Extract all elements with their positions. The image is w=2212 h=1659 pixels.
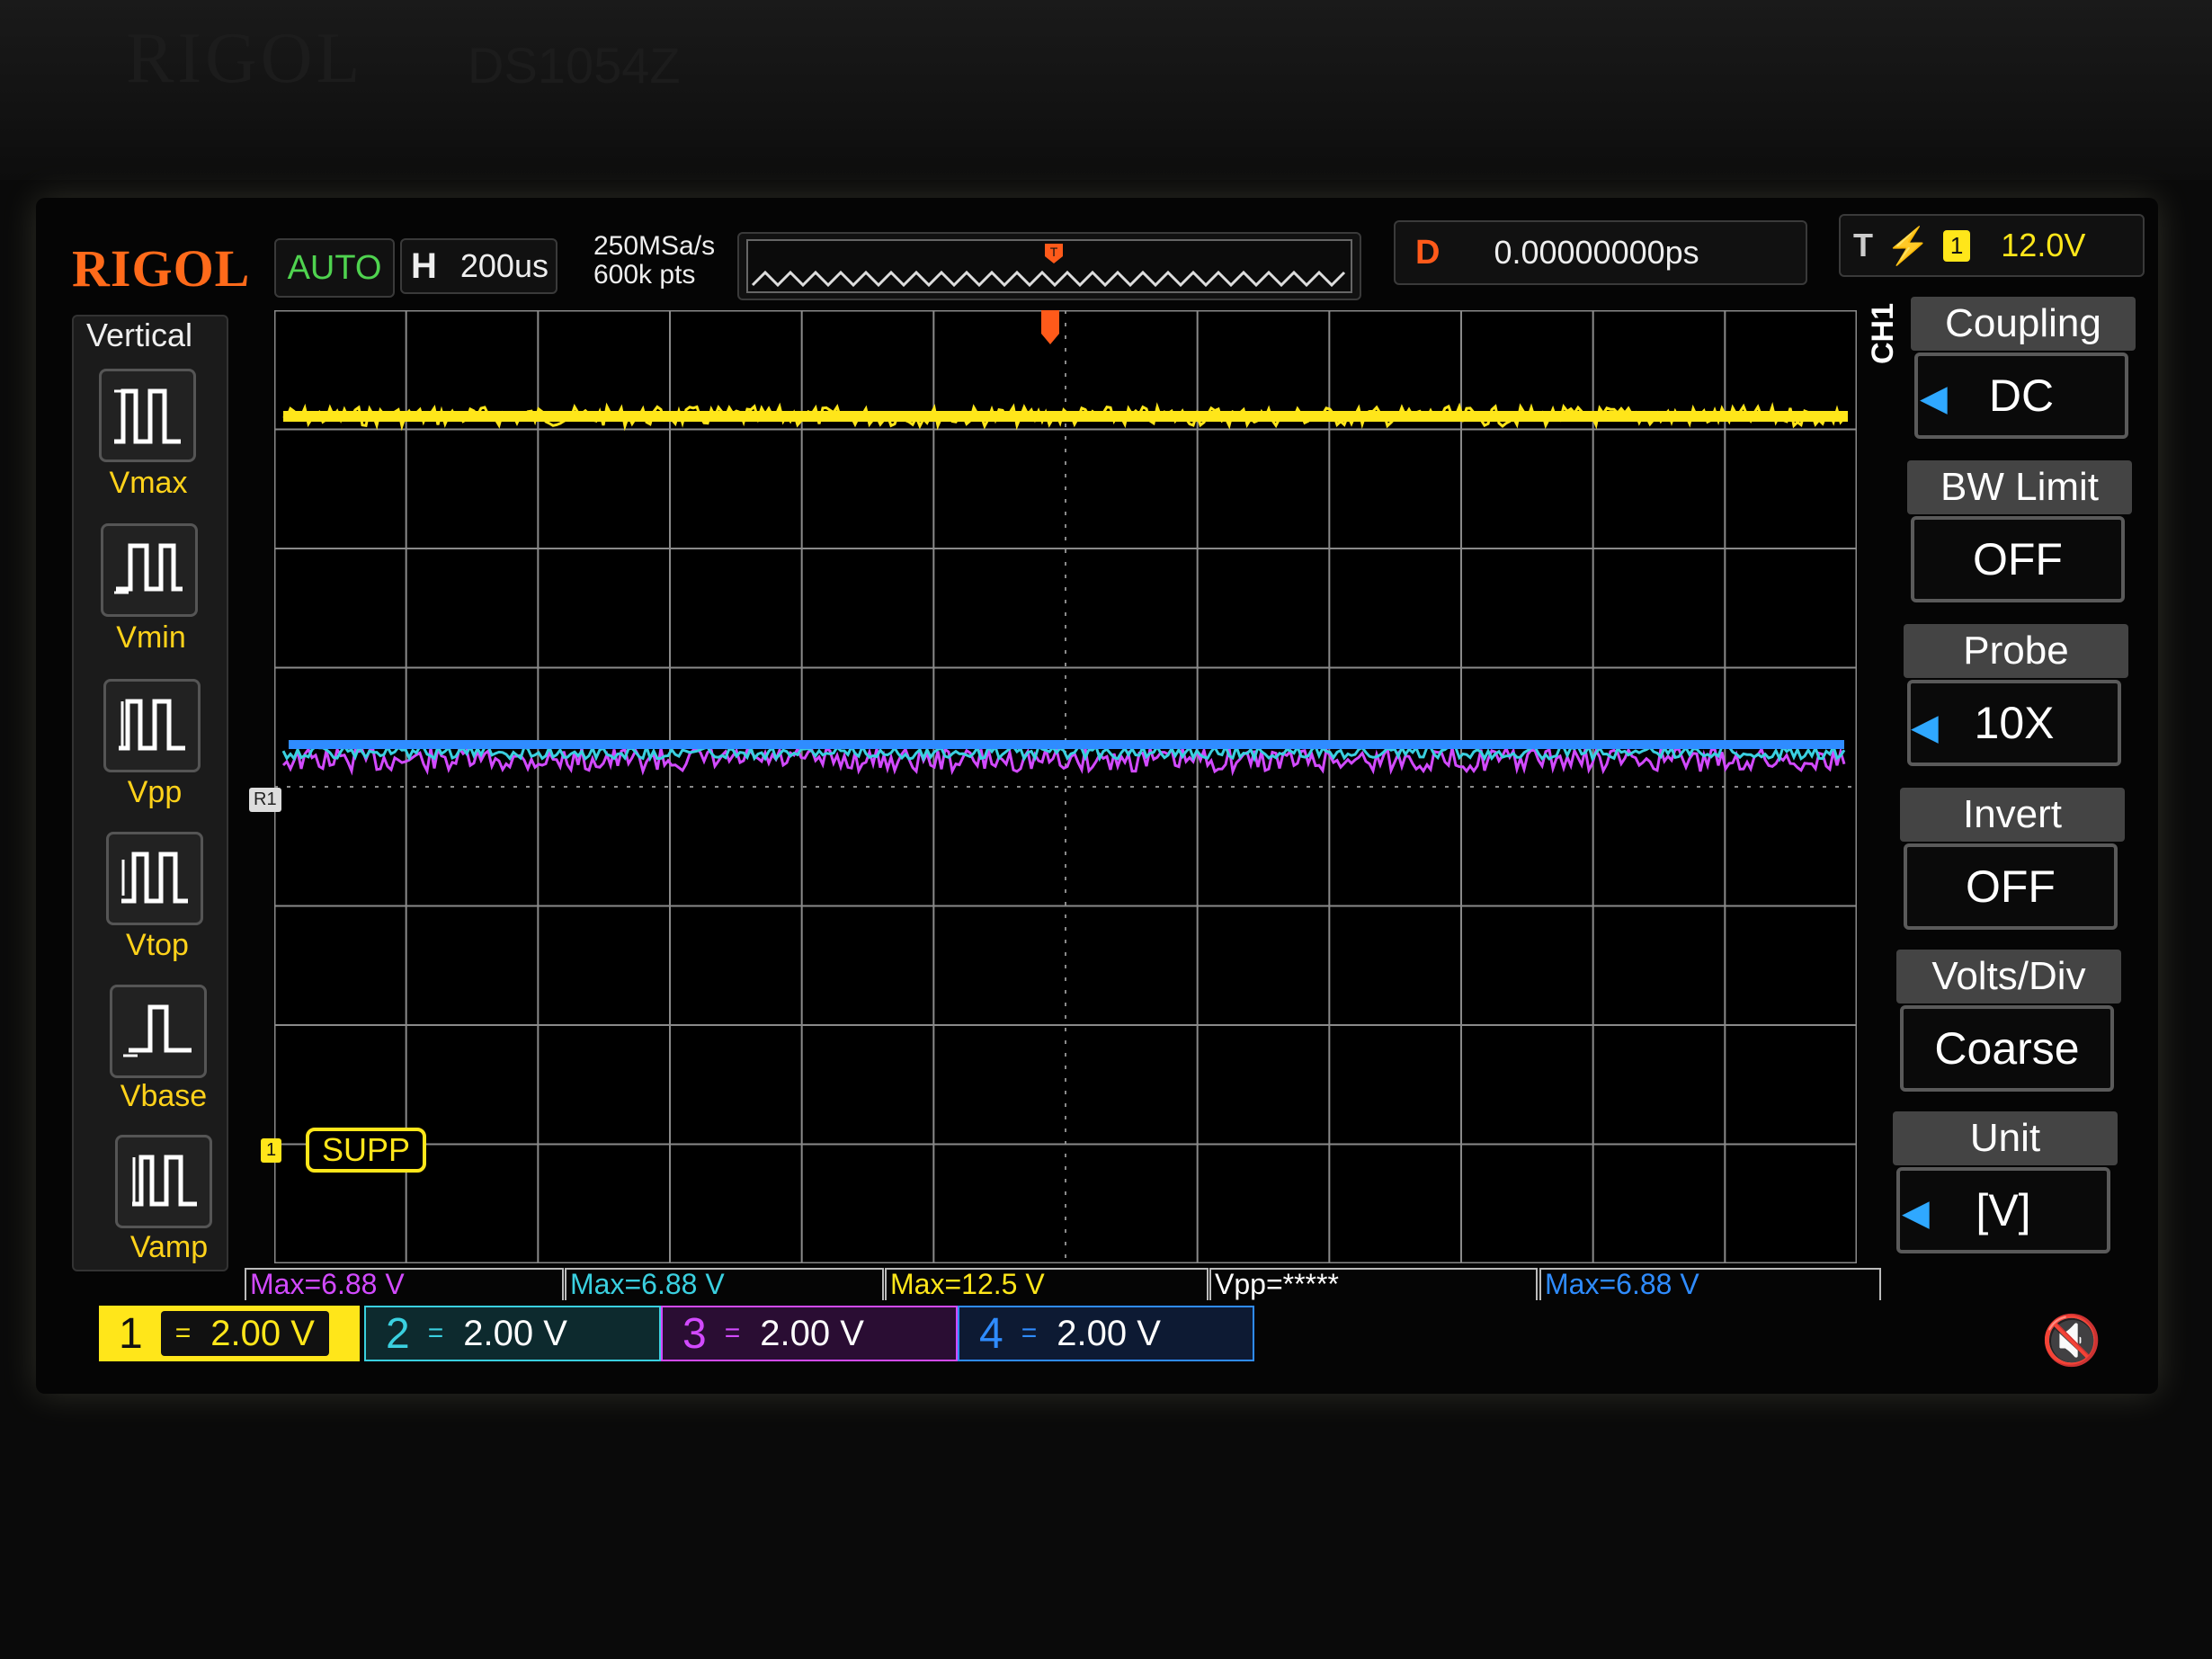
vpp-button[interactable] xyxy=(103,679,201,772)
ref-marker: R1 xyxy=(249,788,281,812)
ch4-status[interactable]: 4 = 2.00 V xyxy=(958,1306,1254,1361)
vamp-label: Vamp xyxy=(129,1230,209,1264)
ch1-status[interactable]: 1 = 2.00 V xyxy=(99,1306,360,1361)
measurement-3: Max=12.5 V xyxy=(885,1268,1209,1300)
ch1-scale: 2.00 V xyxy=(210,1313,315,1353)
ch3-coupling-icon: = xyxy=(724,1318,741,1348)
unit-arrow-icon: ◀ xyxy=(1902,1193,1930,1233)
vmin-label: Vmin xyxy=(116,620,186,655)
vmax-label: Vmax xyxy=(109,466,188,500)
waveform-display[interactable] xyxy=(274,310,1857,1263)
vtop-button[interactable] xyxy=(106,832,203,925)
vpp-icon xyxy=(119,699,185,751)
invert-header: Invert xyxy=(1900,788,2125,842)
measurement-2: Max=6.88 V xyxy=(565,1268,884,1300)
bwlimit-header: BW Limit xyxy=(1907,460,2132,514)
vbase-label: Vbase xyxy=(120,1079,208,1113)
bwlimit-button[interactable]: OFF xyxy=(1911,516,2125,602)
voltsdiv-button[interactable]: Coarse xyxy=(1900,1005,2114,1092)
ch4-coupling-icon: = xyxy=(1021,1318,1038,1348)
timebase-box[interactable]: H 200us xyxy=(400,238,557,294)
vamp-button[interactable] xyxy=(115,1135,212,1228)
vertical-menu-title: Vertical xyxy=(86,317,193,353)
ch1-number: 1 xyxy=(119,1309,143,1358)
coupling-header: Coupling xyxy=(1911,297,2136,351)
trigger-source: 1 xyxy=(1942,229,1971,262)
bezel-brand: RIGOL xyxy=(126,19,364,98)
invert-button[interactable]: OFF xyxy=(1904,843,2118,930)
coupling-arrow-icon: ◀ xyxy=(1920,379,1948,418)
delay-value: 0.00000000ps xyxy=(1494,234,1699,271)
trigger-label: T xyxy=(1853,227,1873,263)
svg-text:T: T xyxy=(1050,245,1058,259)
memory-depth: 600k pts xyxy=(593,260,696,290)
ch4-trace xyxy=(289,740,1844,749)
ch1-readout: = 2.00 V xyxy=(160,1311,329,1356)
bezel-model: DS1054Z xyxy=(468,37,681,94)
ch2-coupling-icon: = xyxy=(427,1318,444,1348)
trigger-level: 12.0V xyxy=(2001,227,2086,263)
ch1-ground-marker: 1 xyxy=(261,1138,282,1163)
vmin-icon xyxy=(114,543,183,594)
probe-arrow-icon: ◀ xyxy=(1911,708,1939,747)
supp-label[interactable]: SUPP xyxy=(306,1128,427,1173)
ch4-number: 4 xyxy=(979,1309,1003,1358)
vbase-button[interactable] xyxy=(110,985,207,1078)
unit-header: Unit xyxy=(1893,1111,2118,1165)
ch2-status[interactable]: 2 = 2.00 V xyxy=(364,1306,661,1361)
vmax-button[interactable] xyxy=(99,369,196,462)
ch1-coupling-icon: = xyxy=(174,1318,192,1348)
vpp-label: Vpp xyxy=(127,775,183,809)
voltsdiv-header: Volts/Div xyxy=(1896,950,2121,1003)
device-bezel: RIGOL DS1054Z xyxy=(0,0,2212,180)
channel-menu: Coupling DC ◀ BW Limit OFF Probe 10X ◀ I… xyxy=(1884,297,2145,1268)
vtop-label: Vtop xyxy=(126,928,189,962)
rigol-logo: RIGOL xyxy=(72,239,251,298)
vbase-icon xyxy=(123,1004,192,1057)
run-state-badge[interactable]: AUTO xyxy=(274,238,395,298)
timebase-value: 200us xyxy=(459,247,549,284)
measurement-4: Vpp=***** xyxy=(1209,1268,1538,1300)
measurement-5: Max=6.88 V xyxy=(1539,1268,1881,1300)
delay-box[interactable]: D 0.00000000ps xyxy=(1394,220,1807,285)
ch2-scale: 2.00 V xyxy=(463,1313,567,1353)
memory-overview-strip[interactable]: T xyxy=(737,232,1361,300)
ch1-trace-band xyxy=(283,411,1848,422)
vtop-icon xyxy=(121,852,188,904)
vmin-button[interactable] xyxy=(101,523,198,617)
memory-waveform-icon: T xyxy=(746,239,1352,293)
timebase-label: H xyxy=(411,245,437,286)
ch4-scale: 2.00 V xyxy=(1057,1313,1161,1353)
probe-button[interactable]: 10X xyxy=(1907,680,2121,766)
acquisition-info: 250MSa/s 600k pts xyxy=(593,232,715,290)
ch2-number: 2 xyxy=(386,1309,410,1358)
probe-header: Probe xyxy=(1904,624,2128,678)
sample-rate: 250MSa/s xyxy=(593,231,716,261)
trigger-box[interactable]: T ⚡ 1 12.0V xyxy=(1839,214,2145,277)
rising-edge-icon: ⚡ xyxy=(1886,226,1931,266)
speaker-mute-icon[interactable]: 🔇 xyxy=(2041,1313,2101,1369)
vamp-icon xyxy=(132,1155,197,1207)
ch3-status[interactable]: 3 = 2.00 V xyxy=(661,1306,958,1361)
vmax-icon xyxy=(114,388,181,444)
delay-label: D xyxy=(1415,233,1440,272)
ch3-scale: 2.00 V xyxy=(760,1313,864,1353)
measurement-1: Max=6.88 V xyxy=(245,1268,564,1300)
ch3-number: 3 xyxy=(682,1309,707,1358)
